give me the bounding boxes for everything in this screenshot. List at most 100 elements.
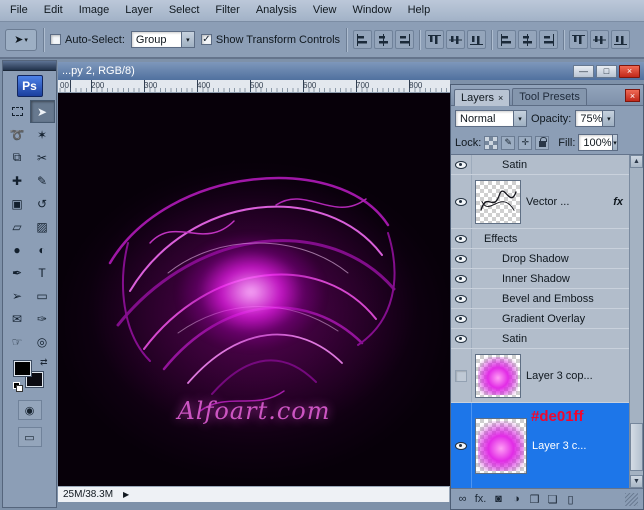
- new-group-button[interactable]: ❒: [528, 491, 541, 507]
- foreground-color-swatch[interactable]: [13, 361, 31, 376]
- move-tool[interactable]: ➤: [29, 100, 55, 123]
- layer-style-fx-badge[interactable]: fx: [613, 196, 623, 208]
- auto-select-checkbox[interactable]: [50, 34, 61, 45]
- layer-row-layer3[interactable]: Layer 3 c... #de01ff: [451, 403, 629, 488]
- close-button[interactable]: ×: [619, 64, 640, 78]
- shape-tool[interactable]: ▭: [30, 284, 55, 307]
- menu-select[interactable]: Select: [161, 1, 208, 20]
- blend-mode-dropdown[interactable]: Normal ▾: [455, 110, 527, 127]
- visibility-cell[interactable]: [451, 329, 472, 348]
- blur-tool[interactable]: ●: [5, 238, 30, 261]
- visibility-cell[interactable]: [451, 289, 472, 308]
- distribute-right-edges-button[interactable]: [611, 30, 631, 49]
- notes-tool[interactable]: ✉: [5, 307, 30, 330]
- magic-wand-tool[interactable]: ✶: [30, 123, 55, 146]
- distribute-vertical-centers-button[interactable]: [518, 30, 538, 49]
- minimize-button[interactable]: —: [573, 64, 594, 78]
- clone-stamp-tool[interactable]: ▣: [5, 192, 30, 215]
- auto-select-scope-dropdown[interactable]: Group ▾: [130, 31, 195, 48]
- new-layer-button[interactable]: ❏: [546, 491, 559, 507]
- menu-edit[interactable]: Edit: [36, 1, 71, 20]
- toolbox-titlebar[interactable]: [3, 61, 56, 71]
- history-brush-tool[interactable]: ↺: [30, 192, 55, 215]
- link-layers-button[interactable]: ∞: [456, 491, 469, 507]
- pen-tool[interactable]: ✒: [5, 261, 30, 284]
- opacity-field[interactable]: 75% ▾: [575, 110, 616, 127]
- scroll-up-button[interactable]: ▲: [630, 155, 643, 168]
- lasso-tool[interactable]: ➰: [5, 123, 30, 146]
- layer-thumbnail[interactable]: [475, 353, 521, 398]
- effect-row-satin-upper[interactable]: Satin: [451, 155, 629, 175]
- distribute-top-edges-button[interactable]: [497, 30, 517, 49]
- menu-filter[interactable]: Filter: [207, 1, 247, 20]
- lock-position-button[interactable]: ✛: [518, 135, 533, 150]
- add-layer-style-button[interactable]: fx.: [474, 491, 487, 507]
- maximize-button[interactable]: □: [596, 64, 617, 78]
- effect-row-satin[interactable]: Satin: [451, 329, 629, 349]
- screen-mode-button[interactable]: ▭: [17, 427, 42, 447]
- menu-file[interactable]: File: [2, 1, 36, 20]
- status-popup-arrow[interactable]: ▶: [123, 490, 129, 499]
- slice-tool[interactable]: ✂: [30, 146, 55, 169]
- tab-layers[interactable]: Layers ×: [454, 89, 511, 106]
- align-bottom-edges-button[interactable]: [395, 30, 415, 49]
- swap-colors-icon[interactable]: ⇄: [40, 357, 48, 368]
- menu-analysis[interactable]: Analysis: [248, 1, 305, 20]
- align-right-edges-button[interactable]: [467, 30, 487, 49]
- effect-row-drop-shadow[interactable]: Drop Shadow: [451, 249, 629, 269]
- layer-thumbnail[interactable]: [475, 417, 527, 474]
- auto-select-option[interactable]: Auto-Select:: [50, 34, 125, 46]
- eraser-tool[interactable]: ▱: [5, 215, 30, 238]
- distribute-horizontal-centers-button[interactable]: [590, 30, 610, 49]
- lock-transparency-button[interactable]: [484, 135, 499, 150]
- align-top-edges-button[interactable]: [353, 30, 373, 49]
- scroll-down-button[interactable]: ▼: [630, 475, 643, 488]
- visibility-cell[interactable]: [451, 155, 472, 174]
- type-tool[interactable]: T: [30, 261, 55, 284]
- menu-window[interactable]: Window: [344, 1, 399, 20]
- brush-tool[interactable]: ✎: [30, 169, 55, 192]
- align-vertical-centers-button[interactable]: [374, 30, 394, 49]
- visibility-cell[interactable]: [451, 175, 472, 228]
- tool-preset-picker[interactable]: ➤ ▾: [5, 28, 37, 51]
- tab-close-icon[interactable]: ×: [498, 93, 503, 103]
- document-titlebar[interactable]: ...py 2, RGB/8) — □ ×: [58, 62, 644, 80]
- visibility-cell[interactable]: [451, 269, 472, 288]
- visibility-cell[interactable]: [451, 309, 472, 328]
- layer-thumbnail[interactable]: [475, 179, 521, 224]
- layers-scrollbar[interactable]: ▲ ▼: [629, 155, 643, 488]
- distribute-left-edges-button[interactable]: [569, 30, 589, 49]
- delete-layer-button[interactable]: ▯: [564, 491, 577, 507]
- visibility-cell[interactable]: [451, 249, 472, 268]
- fill-field[interactable]: 100% ▾: [578, 134, 619, 151]
- scrollbar-thumb[interactable]: [630, 423, 643, 471]
- visibility-cell[interactable]: [451, 403, 472, 488]
- layer-row-vector[interactable]: Vector ... fx: [451, 175, 629, 229]
- gradient-tool[interactable]: ▨: [30, 215, 55, 238]
- photoshop-logo[interactable]: Ps: [16, 75, 43, 97]
- menu-view[interactable]: View: [305, 1, 345, 20]
- effect-row-bevel-and-emboss[interactable]: Bevel and Emboss: [451, 289, 629, 309]
- rectangular-marquee-tool[interactable]: [5, 100, 30, 123]
- effect-row-inner-shadow[interactable]: Inner Shadow: [451, 269, 629, 289]
- default-colors-icon[interactable]: [12, 382, 23, 392]
- visibility-cell[interactable]: [451, 229, 472, 248]
- canvas[interactable]: Alfoart.com: [58, 93, 450, 486]
- effects-header-row[interactable]: Effects: [451, 229, 629, 249]
- new-adjustment-layer-button[interactable]: ◑: [510, 491, 523, 507]
- healing-brush-tool[interactable]: ✚: [5, 169, 30, 192]
- menu-help[interactable]: Help: [400, 1, 439, 20]
- panel-resize-grip[interactable]: [625, 492, 638, 506]
- tab-tool-presets[interactable]: Tool Presets: [512, 88, 587, 105]
- panel-close-button[interactable]: ×: [625, 89, 640, 102]
- effect-row-gradient-overlay[interactable]: Gradient Overlay: [451, 309, 629, 329]
- layer-row-layer3-copy[interactable]: Layer 3 cop...: [451, 349, 629, 403]
- menu-image[interactable]: Image: [71, 1, 118, 20]
- align-horizontal-centers-button[interactable]: [446, 30, 466, 49]
- show-transform-checkbox[interactable]: ✓: [200, 34, 212, 45]
- hand-tool[interactable]: ☞: [5, 330, 30, 353]
- distribute-bottom-edges-button[interactable]: [539, 30, 559, 49]
- dodge-tool[interactable]: ◐: [30, 238, 55, 261]
- quick-mask-button[interactable]: ◉: [17, 400, 42, 420]
- crop-tool[interactable]: ⧉: [5, 146, 30, 169]
